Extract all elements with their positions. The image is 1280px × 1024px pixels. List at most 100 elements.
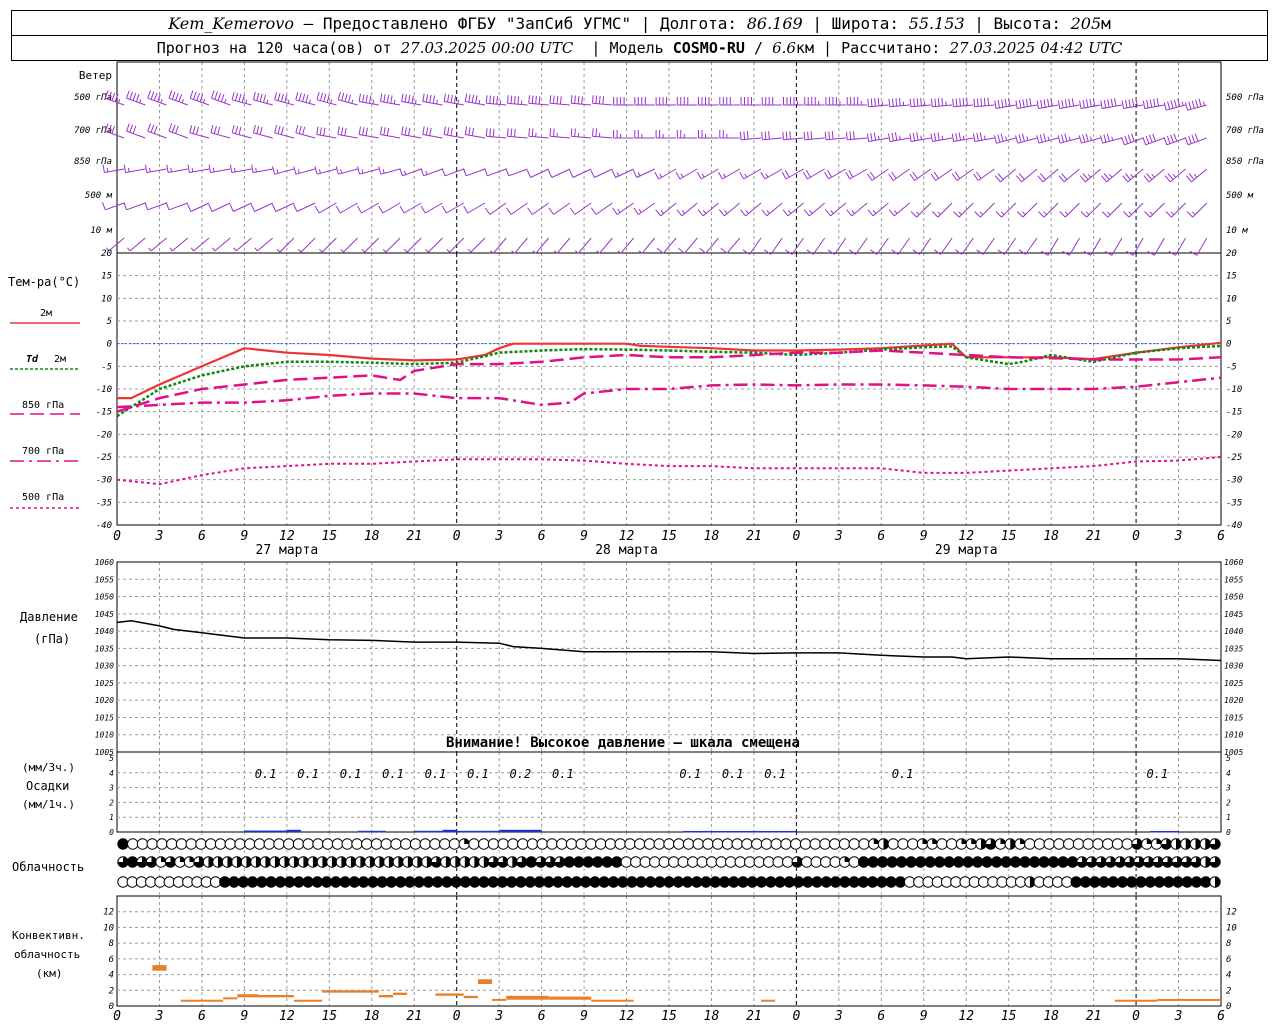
cloud-fill-full (564, 856, 575, 868)
wind-barb (825, 202, 847, 217)
cloud-cover-symbol (1063, 838, 1075, 850)
cloud-circle (283, 838, 295, 850)
wind-barb (123, 164, 146, 173)
cloud-cover-symbol (692, 838, 704, 850)
cloud-cover-symbol (535, 856, 547, 868)
wind-barb (718, 202, 741, 217)
precip-amount-label: 0.1 (722, 767, 744, 781)
wind-barb (1080, 202, 1102, 218)
cloud-cover-symbol (744, 856, 756, 868)
pressure-ytick-left: 1060 (95, 558, 114, 567)
wind-barb (1079, 168, 1102, 183)
t2m-legend: 2м (40, 308, 52, 319)
cloud-cover-symbol (546, 838, 558, 850)
cloud-circle (429, 838, 441, 850)
wind-barb (274, 91, 295, 106)
cloud-fill-full (526, 856, 537, 868)
wind-barb (528, 95, 549, 106)
meteogram-chart: 500 гПа 500 гПа 700 гПа 700 гПа 850 гПа 850 г… (8, 61, 1264, 1024)
temp-ytick-right: 20 (1226, 249, 1237, 259)
wind-barb (909, 132, 931, 142)
wind-barb (464, 126, 486, 139)
wind-barb (909, 97, 931, 108)
wind-barb (147, 90, 167, 106)
x-tick-label: 21 (406, 529, 422, 544)
wind-barb (1185, 98, 1207, 111)
x-tick-label: 18 (1043, 529, 1059, 544)
wind-barb (1100, 98, 1122, 109)
cloud-cover-symbol (354, 856, 367, 868)
wind-barb (189, 124, 210, 139)
wind-barb (1142, 98, 1165, 109)
wind-barb (997, 237, 1017, 255)
cloud-cover-symbol (1024, 838, 1036, 850)
wind-barb (1057, 98, 1080, 109)
cloud-cover-symbol (409, 838, 422, 850)
cloud-cover-symbol (240, 856, 253, 868)
cloud-cover-symbol (592, 856, 604, 868)
cloud-cover-symbol (990, 856, 1003, 868)
precip-ytick-left: 1 (109, 813, 114, 822)
cloud-cover-symbol (791, 856, 803, 868)
wind-barb (973, 132, 995, 142)
wind-barb (1079, 98, 1101, 109)
wind-barb (590, 168, 613, 178)
cloud-circle (1063, 838, 1075, 850)
x-tick-label-bottom: 9 (240, 1009, 248, 1024)
wind-barb (1164, 168, 1186, 183)
cloud-circle (536, 838, 548, 850)
cloud-cover-symbol (193, 856, 205, 868)
cloud-cover-symbol (136, 838, 149, 850)
temp-ytick-left: 15 (101, 272, 112, 282)
cloud-cover-symbol (364, 856, 376, 868)
cloud-circle (1053, 838, 1065, 850)
wind-barb (994, 168, 1017, 183)
wind-barb (1163, 133, 1186, 146)
conv-bar (322, 990, 379, 993)
wind-barb (632, 168, 656, 178)
cloud-cover-symbol (763, 856, 775, 868)
cloud-circle (380, 838, 392, 850)
wind-barb (592, 128, 613, 139)
pressure-ytick-right: 1030 (1224, 662, 1243, 671)
wind-barb (760, 168, 783, 180)
pressure-ytick-left: 1030 (95, 662, 114, 671)
wind-barb (781, 168, 804, 180)
temp-ytick-left: 10 (101, 294, 112, 304)
cloud-circle (772, 856, 784, 868)
wind-barb (208, 164, 231, 173)
wind-barb (570, 95, 592, 106)
cloud-cover-symbol (556, 838, 568, 850)
cloud-cover-symbol (402, 856, 414, 868)
cloud-cover-symbol (1114, 856, 1126, 868)
cloud-cover-symbol (877, 838, 890, 850)
cloud-cover-symbol (1150, 838, 1163, 850)
cloud-circle (848, 856, 860, 868)
precip-amount-label: 0.1 (382, 767, 404, 781)
cloud-cover-symbol (1180, 856, 1193, 868)
pressure-label: Давление (20, 610, 78, 624)
cloud-circle (448, 838, 461, 850)
cloud-cover-symbol (634, 838, 646, 850)
wind-barb (1078, 133, 1101, 144)
wind-barb (1100, 133, 1123, 144)
cloud-cover-symbol (517, 838, 529, 850)
wind-barb (528, 128, 549, 139)
cloud-cover-symbol (772, 856, 784, 868)
wind-barb (233, 237, 252, 252)
cloud-cover-symbol (781, 856, 794, 868)
wind-level-label-right: 850 гПа (1226, 157, 1264, 167)
wind-barb (297, 237, 316, 253)
cloud-cover-symbol (933, 856, 946, 868)
cloud-cover-symbol (1160, 838, 1172, 850)
conv-bar (591, 999, 634, 1002)
wind-barb (827, 237, 847, 255)
cloud-circle (753, 856, 765, 868)
wind-barb (1058, 168, 1080, 183)
wind-barb (358, 126, 379, 139)
cloud-cover-symbol (373, 856, 386, 868)
wind-barb (549, 128, 570, 139)
cloud-cover-symbol (962, 856, 974, 868)
cloud-cover-symbol (916, 838, 929, 850)
cloud-cover-symbol (965, 838, 977, 850)
